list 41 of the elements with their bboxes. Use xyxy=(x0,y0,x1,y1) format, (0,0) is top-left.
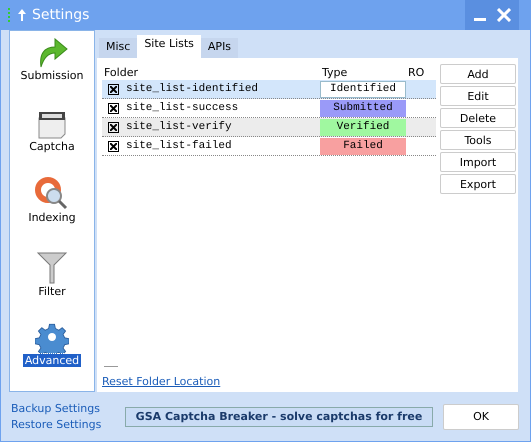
column-header: Folder xyxy=(103,66,139,78)
action-button[interactable]: Add xyxy=(440,64,516,84)
checkbox[interactable] xyxy=(108,102,119,114)
action-button[interactable]: Tools xyxy=(440,130,516,150)
checkbox[interactable] xyxy=(108,140,119,152)
ok-button[interactable]: OK xyxy=(443,404,519,430)
settings-link[interactable]: Backup Settings xyxy=(11,402,111,415)
sidebar-item[interactable]: Filter xyxy=(36,284,68,298)
type-cell: Verified xyxy=(320,118,406,136)
tab[interactable]: APIs xyxy=(200,38,238,58)
action-button[interactable]: Edit xyxy=(440,86,516,106)
action-button[interactable]: Delete xyxy=(440,108,516,128)
folder-name: site_list-identified xyxy=(126,83,258,95)
promo-banner[interactable]: GSA Captcha Breaker - solve captchas for free xyxy=(125,406,433,426)
settings-link[interactable]: Restore Settings xyxy=(11,418,111,431)
checkbox[interactable] xyxy=(108,84,119,94)
close-icon[interactable] xyxy=(497,8,511,22)
action-button[interactable]: Import xyxy=(440,152,516,172)
folder-name: site_list-verify xyxy=(126,121,232,133)
type-cell: Submitted xyxy=(320,100,406,116)
folder-name: site_list-failed xyxy=(126,140,232,152)
tab[interactable]: Misc xyxy=(99,38,138,58)
tab[interactable]: Site Lists xyxy=(137,35,201,58)
sidebar-item[interactable]: Captcha xyxy=(27,140,77,154)
type-cell: Identified xyxy=(320,80,406,98)
table-row[interactable]: site_list-verify Verified xyxy=(102,118,436,137)
sidebar-item[interactable]: Submission xyxy=(18,69,86,82)
table-row[interactable]: site_list-identified Identified xyxy=(102,80,436,99)
window-title: Settings xyxy=(32,7,90,23)
reset-folder-link[interactable]: Reset Folder Location xyxy=(102,375,220,388)
sidebar-item[interactable]: Advanced xyxy=(22,354,82,367)
pin-icon[interactable] xyxy=(18,9,26,21)
checkbox[interactable] xyxy=(108,122,119,132)
lifebuoy-magnifier-icon xyxy=(34,177,69,212)
type-cell: Failed xyxy=(320,138,406,154)
folder-name: site_list-success xyxy=(126,102,238,114)
column-header: RO xyxy=(407,66,426,78)
column-header: Type xyxy=(321,66,348,78)
table-row[interactable]: site_list-failed Failed xyxy=(102,137,436,156)
sidebar-item[interactable]: Indexing xyxy=(26,211,78,224)
action-button[interactable]: Export xyxy=(440,174,516,194)
